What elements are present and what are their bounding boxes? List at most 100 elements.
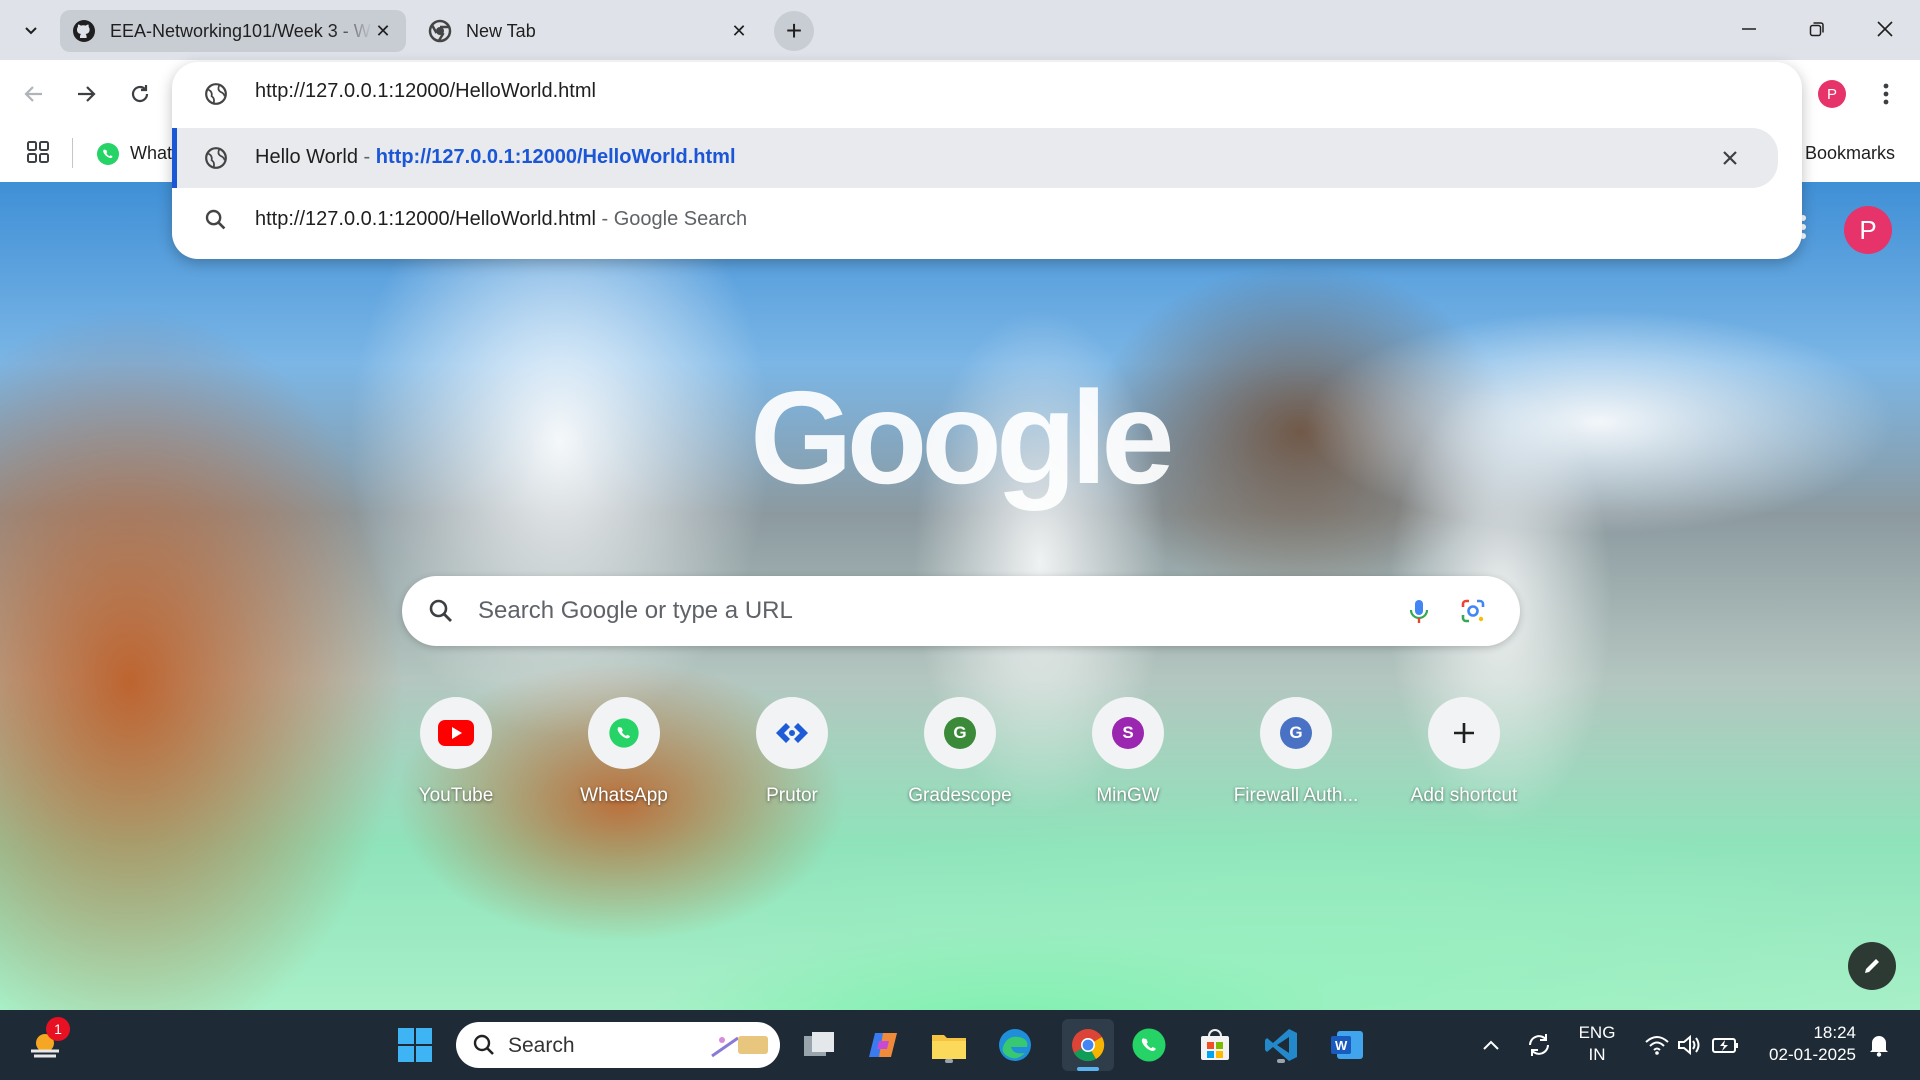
- reload-icon: [131, 85, 149, 103]
- tab-strip: EEA-Networking101/Week 3 - Wireshark ✕ N…: [0, 0, 1920, 60]
- letter-g-icon: G: [1280, 717, 1312, 749]
- edge-button[interactable]: [994, 1024, 1036, 1066]
- file-explorer-button[interactable]: [928, 1024, 970, 1066]
- notification-badge: 1: [46, 1017, 70, 1041]
- suggestion-url: http://127.0.0.1:12000/HelloWorld.html: [375, 146, 736, 168]
- copilot-button[interactable]: [862, 1024, 904, 1066]
- language-top: ENG: [1578, 1023, 1616, 1042]
- start-button[interactable]: [394, 1024, 436, 1066]
- suggestion-suffix: Google Search: [613, 208, 748, 230]
- bookmark-label: What: [130, 143, 173, 163]
- sync-tray-button[interactable]: [1518, 1024, 1560, 1066]
- shortcut-prutor[interactable]: Prutor: [727, 697, 857, 807]
- shortcut-youtube[interactable]: YouTube: [391, 697, 521, 807]
- google-lens-icon[interactable]: [1456, 594, 1490, 628]
- remove-suggestion-button[interactable]: [1716, 144, 1744, 172]
- battery-tray-button[interactable]: [1704, 1024, 1746, 1066]
- omnibox-input[interactable]: [255, 80, 1655, 103]
- taskbar-search[interactable]: Search: [456, 1022, 780, 1068]
- reload-button[interactable]: [120, 74, 160, 114]
- chrome-icon: [1072, 1029, 1105, 1062]
- omnibox-input-row[interactable]: [172, 62, 1802, 126]
- running-indicator: [1277, 1059, 1285, 1063]
- forward-button[interactable]: [66, 74, 106, 114]
- svg-text:W: W: [1335, 1038, 1348, 1053]
- word-button[interactable]: W: [1326, 1024, 1368, 1066]
- whatsapp-icon: [1132, 1028, 1166, 1062]
- task-view-button[interactable]: [798, 1024, 840, 1066]
- volume-icon: [1678, 1034, 1700, 1056]
- folder-icon: [932, 1035, 966, 1059]
- notifications-button[interactable]: [1858, 1024, 1900, 1066]
- back-button[interactable]: [14, 74, 54, 114]
- shortcut-tile: G: [1260, 697, 1332, 769]
- whatsapp-icon: [609, 718, 639, 748]
- shortcut-tile: [756, 697, 828, 769]
- vscode-button[interactable]: [1260, 1024, 1302, 1066]
- show-hidden-icons-button[interactable]: [1470, 1024, 1512, 1066]
- word-icon: W: [1331, 1031, 1363, 1059]
- omnibox-popup: Hello World - http://127.0.0.1:12000/Hel…: [172, 62, 1802, 259]
- plus-icon: [1454, 723, 1474, 743]
- profile-avatar[interactable]: P: [1818, 80, 1846, 108]
- youtube-icon: [438, 720, 474, 746]
- apps-grid-icon: [27, 141, 49, 163]
- chrome-menu-button[interactable]: [1866, 74, 1906, 114]
- new-tab-button[interactable]: +: [774, 11, 814, 51]
- shortcut-whatsapp[interactable]: WhatsApp: [559, 697, 689, 807]
- more-vert-icon: [1883, 83, 1889, 105]
- store-icon: [1201, 1029, 1229, 1060]
- all-bookmarks-label[interactable]: l Bookmarks: [1796, 143, 1895, 164]
- clock[interactable]: 18:24 02-01-2025: [1756, 1022, 1856, 1066]
- language-indicator[interactable]: ENG IN: [1570, 1022, 1624, 1066]
- plus-icon: +: [785, 15, 803, 46]
- tab-search-button[interactable]: [14, 13, 48, 47]
- search-icon: [205, 209, 226, 230]
- shortcut-label: WhatsApp: [580, 785, 668, 806]
- sync-icon: [1529, 1034, 1549, 1056]
- shortcut-label: Gradescope: [908, 785, 1012, 806]
- search-icon: [473, 1034, 494, 1055]
- close-icon: [1723, 151, 1737, 165]
- bookmarks-divider: [72, 138, 73, 168]
- shortcut-mingw[interactable]: S MinGW: [1063, 697, 1193, 807]
- shortcut-tile: G: [924, 697, 996, 769]
- search-highlight-icon: [711, 1036, 768, 1058]
- omnibox-suggestion[interactable]: Hello World - http://127.0.0.1:12000/Hel…: [172, 128, 1778, 188]
- add-shortcut-button[interactable]: Add shortcut: [1399, 697, 1529, 807]
- close-window-button[interactable]: [1850, 0, 1920, 58]
- search-placeholder: Search Google or type a URL: [478, 597, 793, 624]
- tab-new-tab[interactable]: New Tab ✕: [416, 10, 762, 52]
- clock-date: 02-01-2025: [1769, 1045, 1856, 1064]
- shortcut-gradescope[interactable]: G Gradescope: [895, 697, 1025, 807]
- google-logo: Google: [750, 364, 1175, 511]
- omnibox-suggestion[interactable]: http://127.0.0.1:12000/HelloWorld.html -…: [172, 190, 1802, 250]
- github-icon: [73, 20, 95, 42]
- shortcut-firewall-auth[interactable]: G Firewall Auth...: [1231, 697, 1361, 807]
- minimize-button[interactable]: [1714, 0, 1784, 58]
- close-icon: [1877, 21, 1893, 37]
- chrome-taskbar-button[interactable]: [1062, 1019, 1114, 1071]
- chevron-up-icon: [1483, 1040, 1499, 1050]
- profile-initial: P: [1859, 214, 1877, 245]
- close-icon[interactable]: ✕: [728, 20, 750, 42]
- customize-chrome-button[interactable]: [1848, 942, 1896, 990]
- arrow-left-icon: [24, 86, 42, 102]
- shortcut-label: YouTube: [418, 785, 494, 806]
- suggestion-separator: -: [358, 146, 376, 168]
- close-icon[interactable]: ✕: [372, 20, 394, 42]
- letter-g-icon: G: [944, 717, 976, 749]
- ntp-search-box[interactable]: Search Google or type a URL: [402, 576, 1520, 646]
- ntp-profile-avatar[interactable]: P: [1844, 206, 1892, 254]
- microphone-icon[interactable]: [1402, 594, 1436, 628]
- whatsapp-taskbar-button[interactable]: [1128, 1024, 1170, 1066]
- arrow-right-icon: [78, 86, 96, 102]
- tab-github[interactable]: EEA-Networking101/Week 3 - Wireshark ✕: [60, 10, 406, 52]
- suggestion-title: Hello World: [255, 146, 358, 168]
- microsoft-store-button[interactable]: [1194, 1024, 1236, 1066]
- restore-button[interactable]: [1782, 0, 1852, 58]
- globe-icon: [205, 147, 227, 169]
- shortcut-label: MinGW: [1096, 785, 1160, 806]
- pencil-icon: [1865, 959, 1879, 973]
- apps-button[interactable]: [26, 140, 50, 169]
